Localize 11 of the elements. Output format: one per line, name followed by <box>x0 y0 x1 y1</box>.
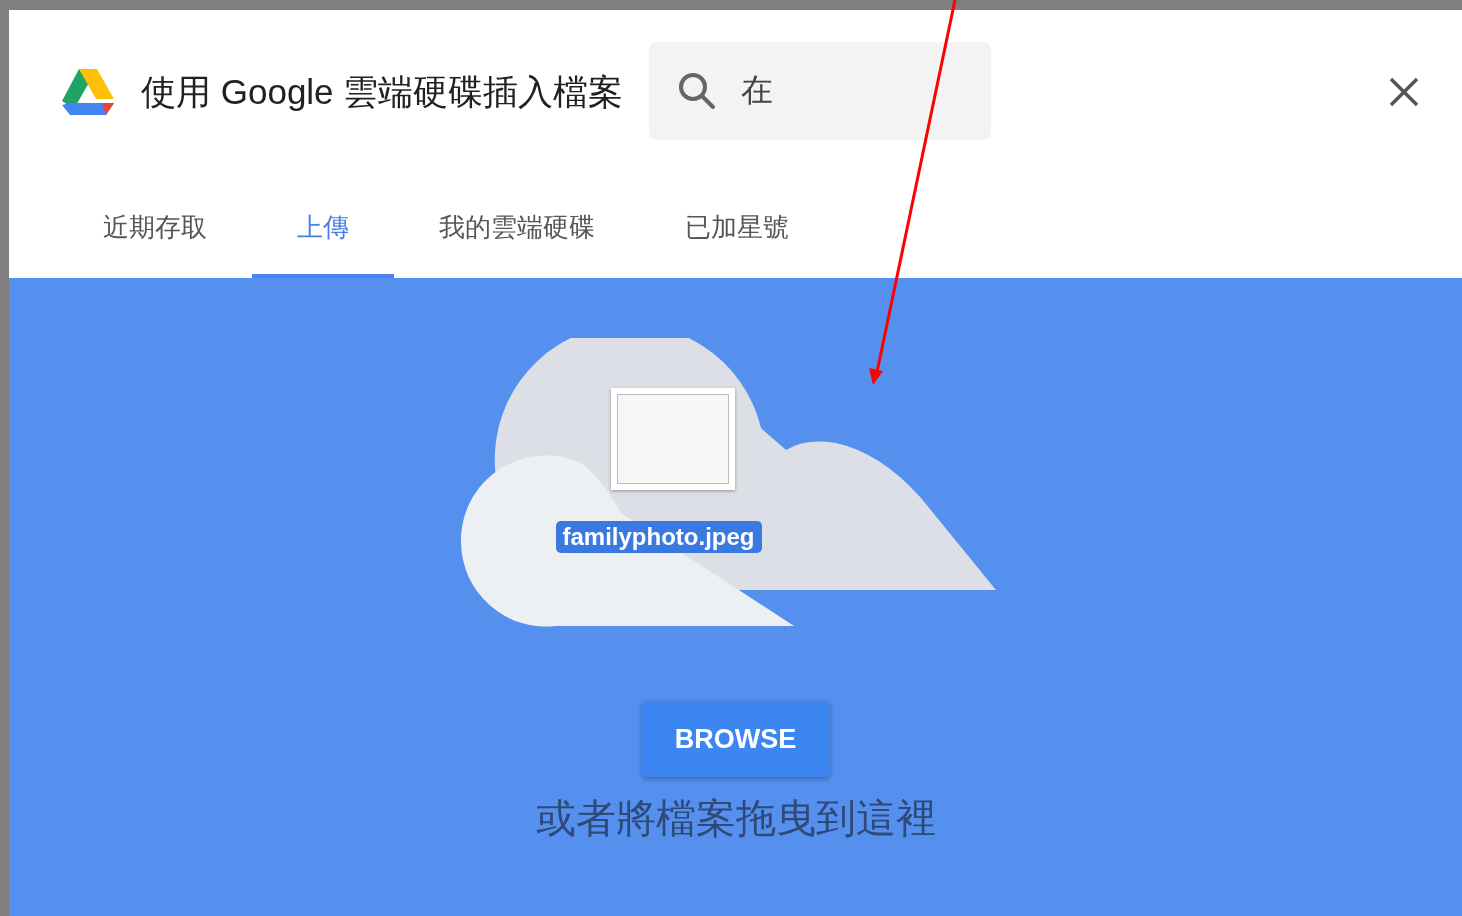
close-icon[interactable] <box>1388 76 1420 108</box>
tab[interactable]: 我的雲端硬碟 <box>394 174 640 278</box>
drive-logo-icon <box>62 69 114 115</box>
tab[interactable]: 已加星號 <box>640 174 834 278</box>
tab[interactable]: 近期存取 <box>58 174 252 278</box>
drop-hint: 或者將檔案拖曳到這裡 <box>535 794 936 843</box>
drop-zone[interactable]: familyphoto.jpeg BROWSE 或者將檔案拖曳到這裡 <box>9 278 1462 916</box>
search-field[interactable]: 在 <box>649 42 992 140</box>
browse-button[interactable]: BROWSE <box>641 701 830 777</box>
dialog-title: 使用 Google 雲端硬碟插入檔案 <box>141 70 624 113</box>
file-name-label: familyphoto.jpeg <box>555 521 762 553</box>
